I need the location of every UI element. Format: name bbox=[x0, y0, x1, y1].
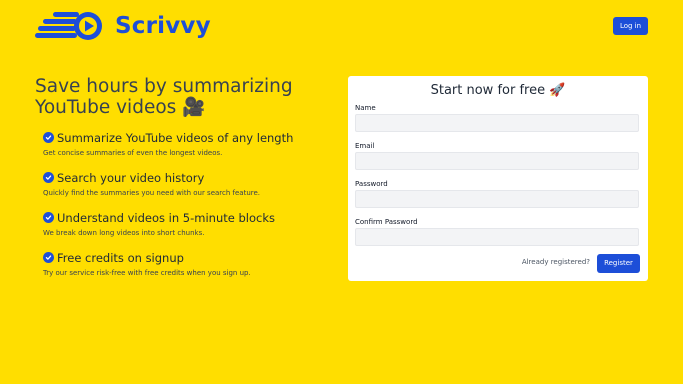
feature-item: Summarize YouTube videos of any length G… bbox=[43, 130, 333, 157]
feature-description: Try our service risk-free with free cred… bbox=[43, 269, 251, 277]
brand-logo[interactable]: Scrivvy bbox=[35, 10, 211, 42]
site-header: Scrivvy Log in bbox=[0, 0, 683, 52]
check-circle-icon bbox=[43, 212, 54, 223]
feature-title: Understand videos in 5-minute blocks bbox=[57, 210, 275, 225]
email-label: Email bbox=[355, 142, 375, 150]
feature-item: Free credits on signup Try our service r… bbox=[43, 250, 333, 277]
password-label: Password bbox=[355, 180, 388, 188]
email-field[interactable] bbox=[355, 152, 639, 170]
check-circle-icon bbox=[43, 252, 54, 263]
feature-item: Understand videos in 5-minute blocks We … bbox=[43, 210, 333, 237]
signup-title: Start now for free 🚀 bbox=[430, 83, 566, 98]
feature-title: Summarize YouTube videos of any length bbox=[57, 130, 294, 145]
already-registered-link[interactable]: Already registered? bbox=[498, 258, 590, 266]
check-circle-icon bbox=[43, 172, 54, 183]
feature-description: Get concise summaries of even the longes… bbox=[43, 149, 223, 157]
brand-name: Scrivvy bbox=[115, 13, 211, 39]
confirm-password-field[interactable] bbox=[355, 228, 639, 246]
register-button[interactable]: Register bbox=[597, 254, 640, 273]
signup-card: Start now for free 🚀 Name Email Password… bbox=[348, 76, 648, 281]
feature-title: Free credits on signup bbox=[57, 250, 184, 265]
feature-description: We break down long videos into short chu… bbox=[43, 229, 205, 237]
hero-title: Save hours by summarizing YouTube videos… bbox=[35, 76, 293, 118]
play-logo-icon bbox=[35, 12, 102, 40]
confirm-password-label: Confirm Password bbox=[355, 218, 418, 226]
feature-item: Search your video history Quickly find t… bbox=[43, 170, 333, 197]
feature-title: Search your video history bbox=[57, 170, 205, 185]
password-field[interactable] bbox=[355, 190, 639, 208]
name-label: Name bbox=[355, 104, 376, 112]
feature-description: Quickly find the summaries you need with… bbox=[43, 189, 261, 197]
feature-list: Summarize YouTube videos of any length G… bbox=[43, 130, 333, 290]
check-circle-icon bbox=[43, 132, 54, 143]
login-button[interactable]: Log in bbox=[613, 17, 648, 35]
name-field[interactable] bbox=[355, 114, 639, 132]
